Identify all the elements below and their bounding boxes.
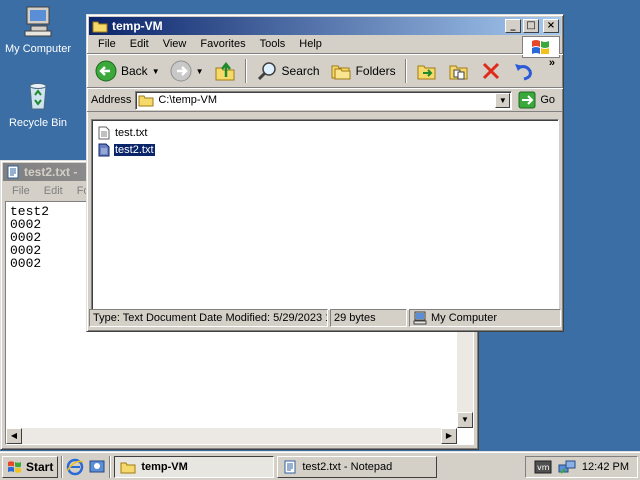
notepad-icon: [284, 460, 296, 473]
scroll-right-button[interactable]: ▶: [441, 428, 457, 444]
go-label: Go: [540, 94, 555, 106]
explorer-titlebar[interactable]: temp-VM _ □ ×: [89, 17, 561, 35]
taskbar-divider: [61, 455, 64, 478]
internet-explorer-icon[interactable]: [66, 458, 84, 476]
text-file-icon: [98, 143, 110, 156]
go-button[interactable]: Go: [518, 91, 559, 109]
maximize-button[interactable]: □: [523, 19, 539, 33]
forward-button[interactable]: ▼: [166, 58, 208, 84]
menu-file[interactable]: File: [91, 38, 123, 50]
address-dropdown-button[interactable]: ▼: [495, 92, 511, 108]
file-name: test2.txt: [113, 142, 156, 157]
task-label: temp-VM: [141, 460, 188, 473]
status-location-label: My Computer: [431, 312, 498, 324]
delete-button[interactable]: [476, 58, 506, 84]
undo-icon: [514, 64, 532, 81]
address-value: C:\temp-VM: [158, 94, 218, 106]
status-info: Type: Text Document Date Modified: 5/29/…: [89, 309, 328, 327]
copy-to-button[interactable]: [444, 58, 474, 84]
folders-button[interactable]: Folders: [326, 58, 400, 84]
status-size: 29 bytes: [330, 309, 407, 327]
folder-icon: [138, 95, 154, 107]
scroll-left-button[interactable]: ◀: [6, 428, 22, 444]
menu-favorites[interactable]: Favorites: [193, 38, 252, 50]
undo-button[interactable]: [508, 58, 538, 84]
explorer-title: temp-VM: [112, 19, 163, 33]
file-name: test.txt: [115, 126, 148, 139]
desktop-icon-my-computer[interactable]: My Computer: [0, 4, 76, 55]
show-desktop-icon[interactable]: [88, 458, 106, 476]
delete-x-icon: [482, 62, 499, 80]
task-button-explorer[interactable]: temp-VM: [114, 455, 275, 478]
chevron-down-icon[interactable]: ▼: [152, 67, 160, 76]
my-computer-icon: [24, 6, 52, 37]
desktop-icon-label: Recycle Bin: [8, 117, 68, 129]
desktop-icon-recycle-bin[interactable]: Recycle Bin: [0, 78, 76, 129]
toolbar-overflow-icon[interactable]: »: [549, 57, 555, 69]
notepad-icon: [7, 165, 19, 179]
vm-tools-icon[interactable]: vm: [534, 460, 552, 474]
minimize-button[interactable]: _: [505, 19, 521, 33]
toolbar-separator: [244, 59, 247, 83]
back-arrow-icon: [95, 60, 117, 82]
task-label: test2.txt - Notepad: [302, 460, 393, 473]
explorer-toolbar: Back ▼ ▼ Search Folders »: [87, 54, 563, 88]
text-file-icon: [98, 126, 110, 139]
menu-edit[interactable]: Edit: [123, 38, 156, 50]
start-button[interactable]: Start: [2, 455, 59, 478]
move-to-icon: [417, 65, 436, 80]
task-button-notepad[interactable]: test2.txt - Notepad: [277, 455, 438, 478]
back-button[interactable]: Back ▼: [91, 58, 164, 84]
move-to-button[interactable]: [412, 58, 442, 84]
my-computer-icon: [413, 311, 427, 325]
go-arrow-icon: [518, 91, 536, 109]
chevron-down-icon[interactable]: ▼: [196, 67, 204, 76]
address-label: Address: [91, 94, 132, 106]
search-icon: [257, 62, 276, 81]
folders-icon: [331, 65, 351, 80]
menu-file[interactable]: File: [5, 185, 37, 197]
status-location: My Computer: [409, 309, 561, 327]
taskbar-divider: [109, 455, 112, 478]
folder-icon: [120, 462, 136, 473]
file-item-test-txt[interactable]: test.txt: [96, 124, 554, 141]
search-button[interactable]: Search: [252, 58, 324, 84]
folders-label: Folders: [355, 64, 396, 78]
file-item-test2-txt[interactable]: test2.txt: [96, 141, 554, 158]
forward-arrow-icon: [170, 60, 192, 82]
quick-launch: [66, 458, 106, 476]
scroll-down-button[interactable]: ▼: [457, 412, 473, 428]
file-list[interactable]: test.txt test2.txt: [91, 119, 559, 310]
folder-icon: [92, 21, 108, 33]
recycle-bin-icon: [29, 83, 47, 110]
menu-view[interactable]: View: [156, 38, 194, 50]
explorer-menubar: File Edit View Favorites Tools Help: [87, 35, 563, 58]
back-label: Back: [121, 64, 148, 78]
address-input[interactable]: C:\temp-VM ▼: [135, 90, 513, 110]
address-bar: Address C:\temp-VM ▼ Go: [87, 88, 563, 112]
network-icon[interactable]: [558, 459, 576, 475]
copy-to-icon: [449, 65, 468, 80]
horizontal-scrollbar[interactable]: ◀ ▶: [6, 428, 457, 444]
close-button[interactable]: ×: [543, 19, 559, 33]
clock: 12:42 PM: [581, 460, 629, 473]
explorer-window[interactable]: temp-VM _ □ × File Edit View Favorites T…: [86, 14, 564, 332]
menu-help[interactable]: Help: [292, 38, 329, 50]
explorer-statusbar: Type: Text Document Date Modified: 5/29/…: [89, 309, 561, 329]
toolbar-separator: [404, 59, 407, 83]
menu-tools[interactable]: Tools: [253, 38, 293, 50]
windows-logo-icon: [8, 460, 21, 473]
start-label: Start: [26, 459, 54, 474]
up-folder-button[interactable]: [210, 58, 240, 84]
search-label: Search: [281, 64, 320, 78]
menu-edit[interactable]: Edit: [37, 185, 70, 197]
up-folder-icon: [215, 61, 235, 81]
system-tray: vm 12:42 PM: [524, 455, 638, 478]
desktop-icon-label: My Computer: [4, 43, 72, 55]
taskbar: Start temp-VM test2.txt - Notepad vm 12:…: [0, 452, 640, 480]
svg-text:vm: vm: [537, 463, 550, 472]
